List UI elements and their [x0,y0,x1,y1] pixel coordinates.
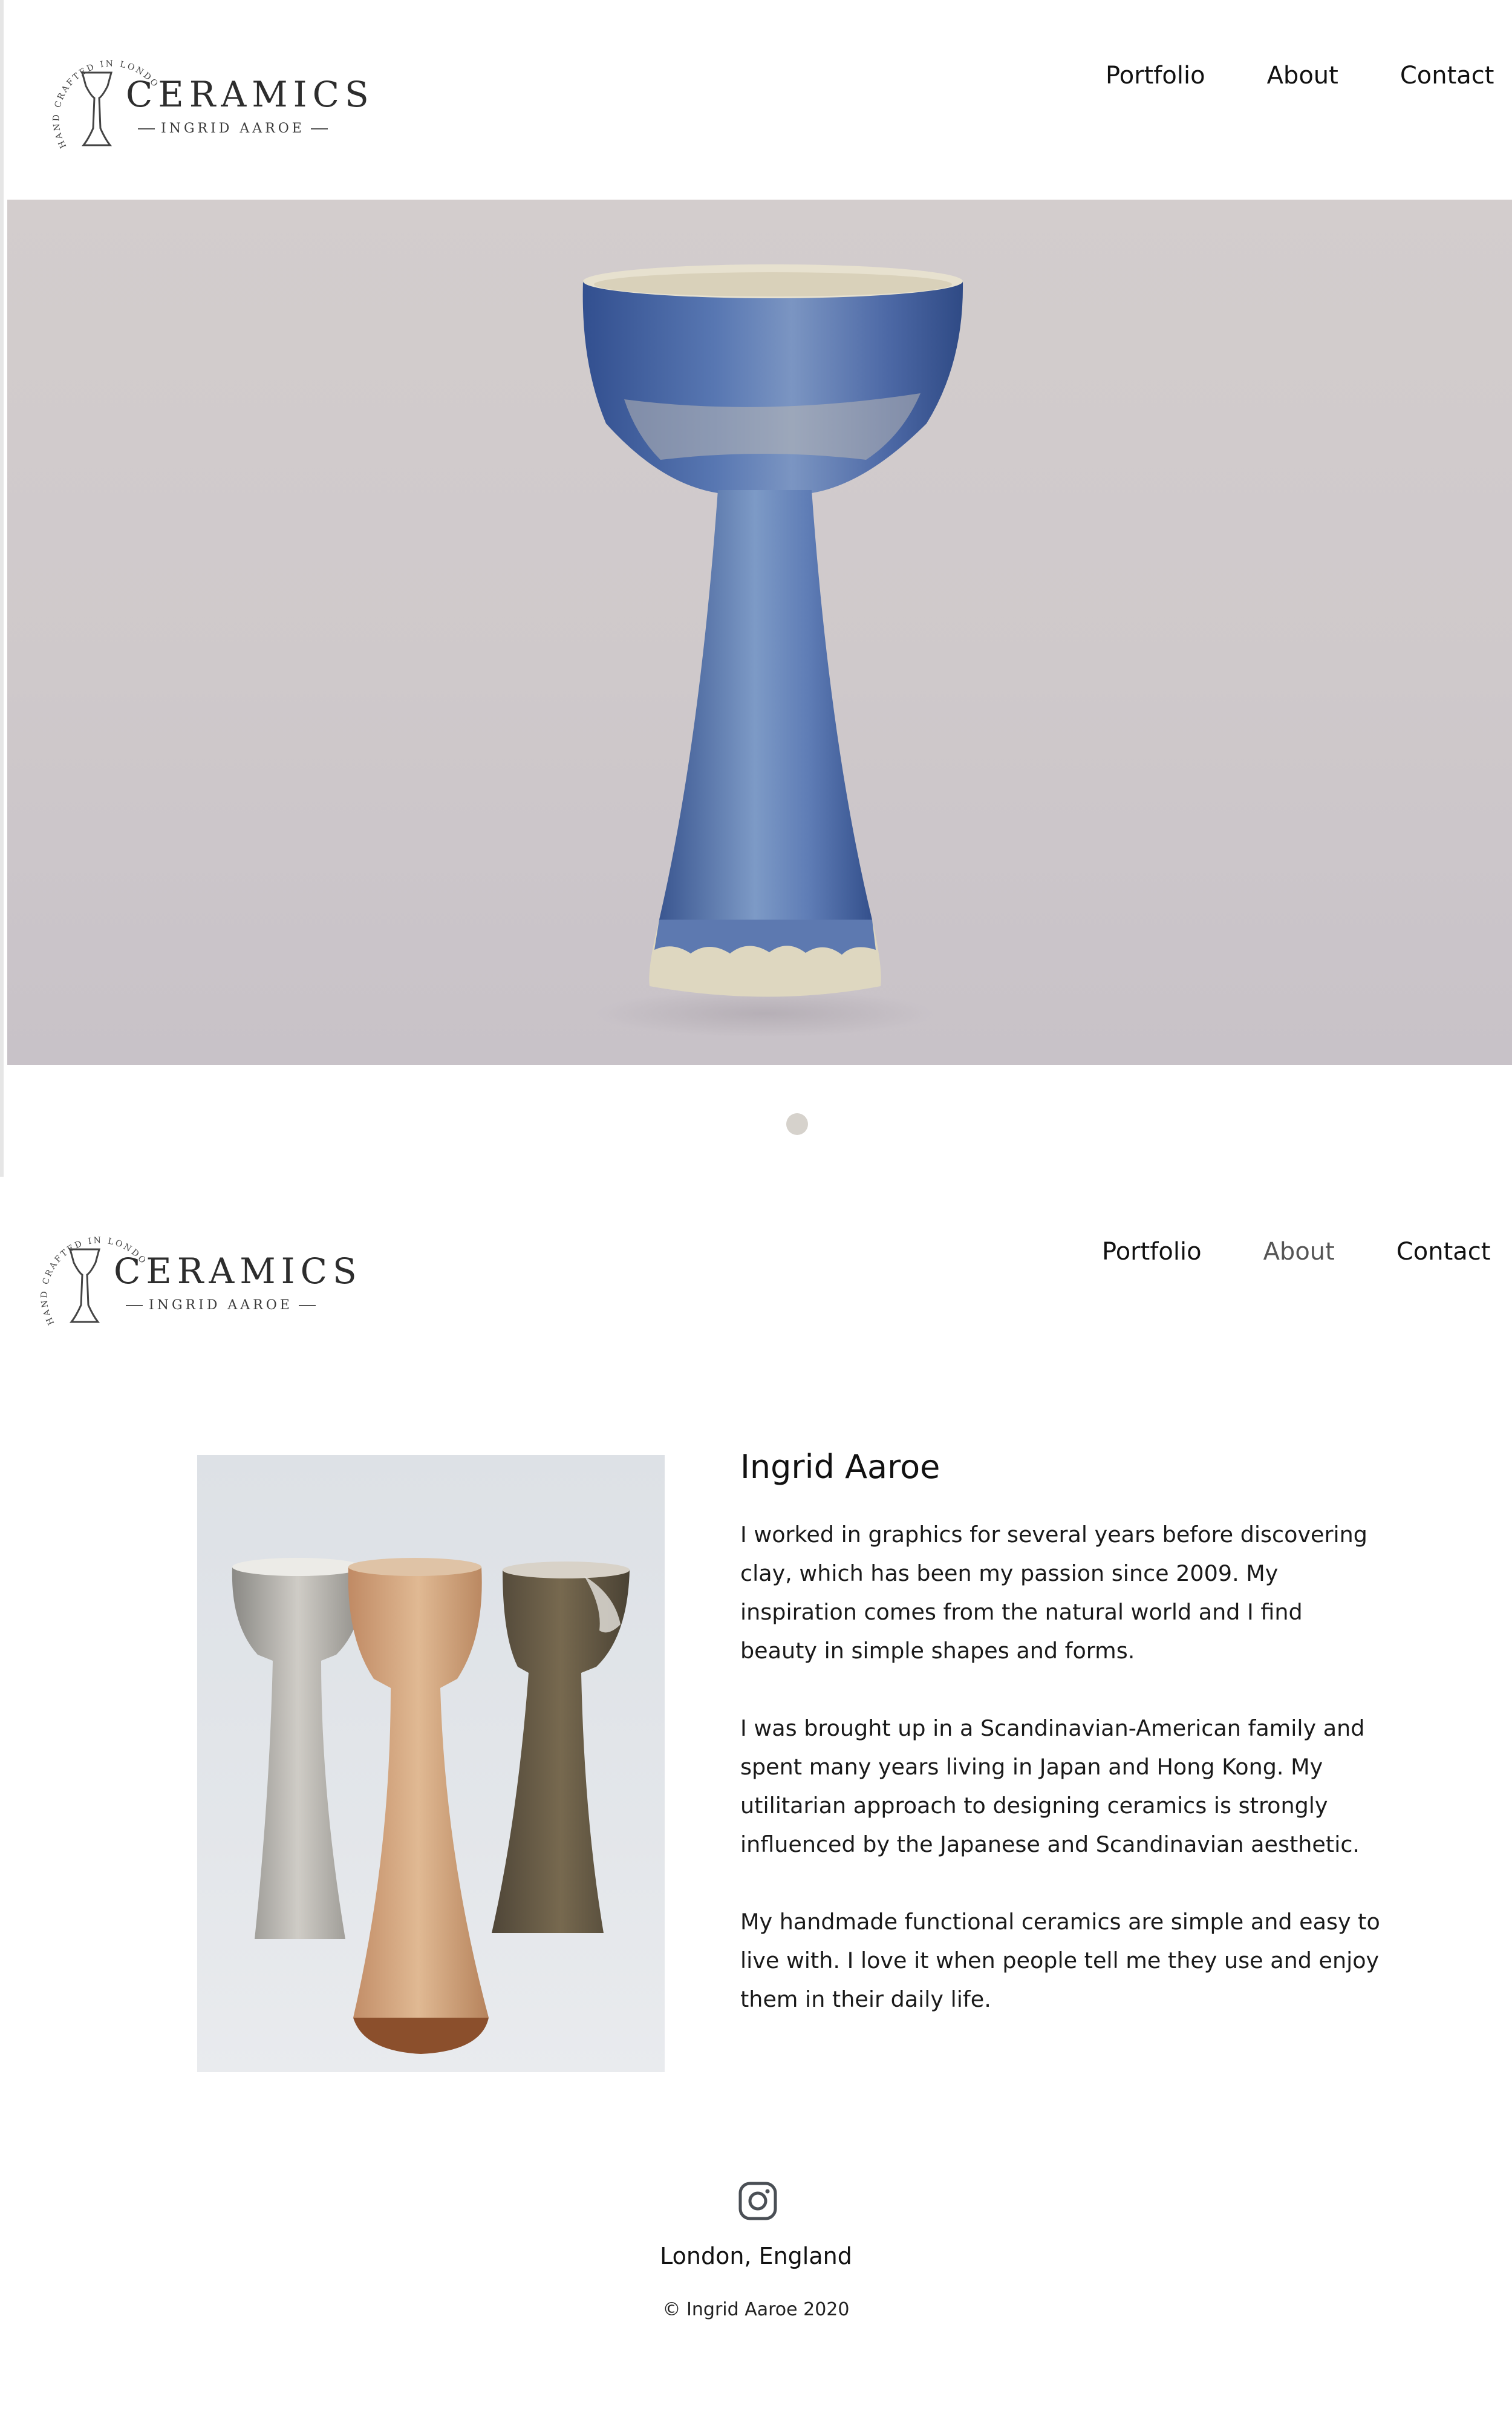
footer-location: London, England [660,2243,852,2269]
about-photo [197,1455,665,2072]
nav-portfolio[interactable]: Portfolio [1102,1238,1202,1266]
home-page: HAND CRAFTED IN LONDON CERAMICS INGRID A… [0,0,1512,1177]
nav-contact[interactable]: Contact [1396,1238,1491,1266]
hero-image [7,200,1512,1065]
slide-indicator-dot[interactable] [786,1113,808,1135]
nav-portfolio[interactable]: Portfolio [1106,62,1205,90]
main-nav-about: Portfolio About Contact [1102,1238,1490,1266]
site-logo[interactable]: HAND CRAFTED IN LONDON CERAMICS INGRID A… [42,38,369,171]
main-nav: Portfolio About Contact [1106,62,1494,90]
nav-about[interactable]: About [1267,62,1338,90]
logo-wordmark: CERAMICS [126,74,374,115]
site-logo-about[interactable]: HAND CRAFTED IN LONDON CERAMICS INGRID A… [30,1214,357,1347]
instagram-icon[interactable] [738,2181,778,2221]
about-text: I worked in graphics for several years b… [740,1516,1381,2058]
blue-goblet-image [582,264,963,1038]
three-goblets-image [232,1558,630,2054]
about-paragraph: I worked in graphics for several years b… [740,1522,1367,1664]
about-paragraph: I was brought up in a Scandinavian-Ameri… [740,1715,1365,1857]
nav-about-active[interactable]: About [1263,1238,1335,1266]
logo-subtitle: INGRID AAROE [120,1298,322,1313]
logo-subtitle: INGRID AAROE [132,121,334,136]
about-heading: Ingrid Aaroe [740,1448,940,1486]
logo-wordmark: CERAMICS [114,1251,362,1292]
footer-copyright: © Ingrid Aaroe 2020 [662,2299,850,2320]
about-paragraph: My handmade functional ceramics are simp… [740,1909,1380,2012]
nav-contact[interactable]: Contact [1400,62,1494,90]
